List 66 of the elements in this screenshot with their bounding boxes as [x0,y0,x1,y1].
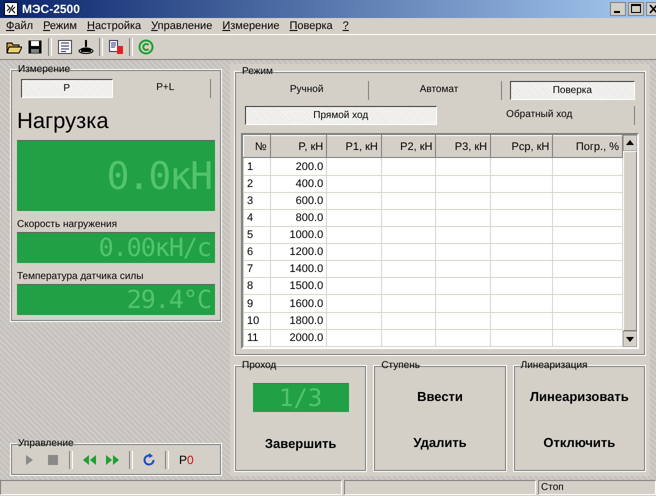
table-cell: 1800.0 [270,312,327,330]
list-icon[interactable] [57,39,73,55]
table-cell: 2 [244,175,270,192]
document-icon[interactable] [108,39,124,55]
close-icon[interactable] [646,2,656,16]
table-cell: 400.0 [270,175,327,192]
table-cell: 2000.0 [270,329,327,346]
column-header[interactable]: Pср, кН [490,136,553,158]
save-icon[interactable] [27,39,43,55]
tab[interactable]: P [21,79,112,98]
table-cell: 1600.0 [270,294,327,312]
table-cell: 4 [244,209,270,226]
table-cell: 9 [244,294,270,312]
group-label: Управление [17,438,75,449]
table-cell: 800.0 [270,209,327,226]
menu-item[interactable]: Режим [43,20,77,32]
table-cell: 1400.0 [270,260,327,278]
tab[interactable]: Поверка [510,81,635,100]
table-cell: 1500.0 [270,278,327,295]
table-cell: 200.0 [270,158,327,176]
group-label: Проход [241,360,278,371]
maximize-icon[interactable] [628,2,644,16]
menu-item[interactable]: Поверка [290,20,333,32]
table-cell: 11 [244,329,270,346]
tab[interactable]: P+L [120,79,211,98]
column-header[interactable]: P3, кН [436,136,491,158]
column-header[interactable]: № [244,136,270,158]
status-text: Стоп [538,480,656,495]
window-title: МЭС-2500 [22,2,81,16]
table-cell: 8 [244,278,270,295]
table-cell: 5 [244,226,270,244]
menu-item[interactable]: Файл [6,20,34,32]
menu-item[interactable]: Управление [151,20,212,32]
menu-item[interactable]: ? [342,20,349,32]
group-label: Измерение [17,64,72,75]
app-icon [4,2,18,16]
flask-icon[interactable] [78,39,94,55]
table-cell: 1200.0 [270,244,327,261]
table-cell: 1 [244,158,270,176]
scroll-up-icon[interactable] [623,135,637,151]
readout-label: Скорость нагружения [17,219,118,230]
column-header[interactable]: P2, кН [381,136,436,158]
scrollbar[interactable] [623,135,637,347]
refresh-icon[interactable] [141,452,157,468]
table-cell: 600.0 [270,192,327,210]
table-cell: 7 [244,260,270,278]
column-header[interactable]: P1, кН [326,136,382,158]
tab[interactable]: Автомат [377,81,502,100]
scroll-down-icon[interactable] [623,331,637,347]
tab[interactable]: Обратный ход [444,106,635,125]
menu-item[interactable]: Измерение [222,20,280,32]
table-cell: 10 [244,312,270,330]
readout-label: Температура датчика силы [17,271,144,282]
column-header[interactable]: P, кН [270,136,327,158]
group-label: Режим [241,66,274,77]
minimize-icon[interactable] [610,2,626,16]
table-cell: 1000.0 [270,226,327,244]
tab[interactable]: Прямой ход [245,106,436,125]
menu-item[interactable]: Настройка [86,20,142,32]
tab[interactable]: Ручной [245,81,370,100]
group-label: Ступень [380,360,421,371]
group-label: Линеаризация [520,360,588,371]
load-heading: Нагрузка [17,108,110,134]
table-cell: 6 [244,244,270,261]
table-cell: 3 [244,192,270,210]
zero-button[interactable]: P0 [177,453,196,467]
